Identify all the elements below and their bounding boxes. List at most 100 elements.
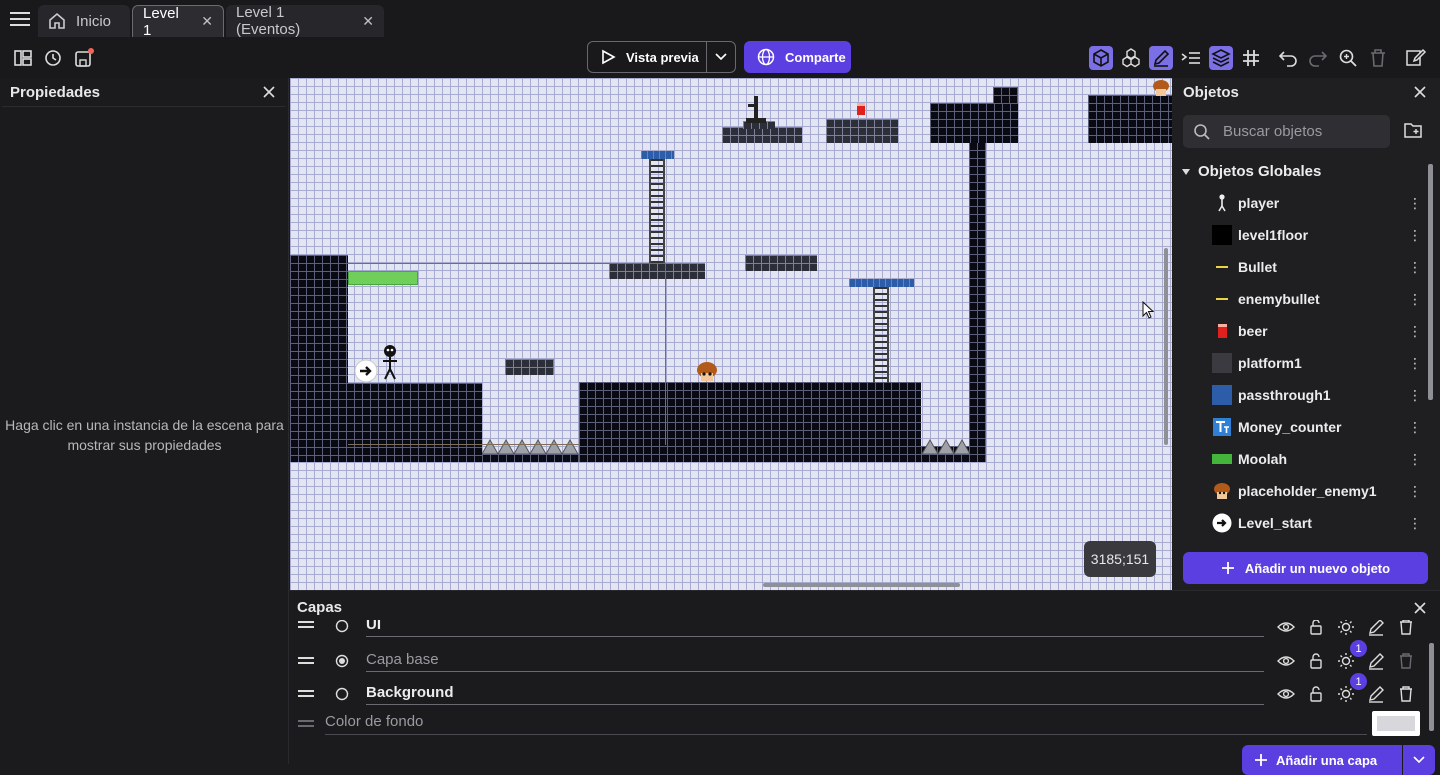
edit-icon[interactable] [1366,620,1386,637]
objects-panel-toggle-icon[interactable] [1089,46,1113,70]
floor-block[interactable] [969,142,986,462]
save-icon[interactable] [72,46,96,70]
global-objects-group[interactable]: Objetos Globales [1182,163,1321,180]
radio-selected-icon[interactable] [335,654,349,668]
drag-handle-icon[interactable] [298,621,314,629]
add-layer-options-dropdown[interactable] [1403,745,1435,775]
edit-icon[interactable] [1366,651,1386,671]
lock-open-icon[interactable] [1306,651,1326,671]
platform[interactable] [505,359,554,375]
beer-sprite[interactable] [856,102,866,116]
tab-home[interactable]: Inicio [38,5,130,37]
close-icon[interactable] [262,85,276,99]
floor-block[interactable] [482,454,579,462]
platform[interactable] [609,263,705,279]
preview-options-dropdown[interactable] [706,41,736,73]
delete-icon[interactable] [1396,651,1416,671]
background-color-row[interactable]: Color de fondo [289,708,1429,741]
add-object-button[interactable]: Añadir un nuevo objeto [1183,552,1428,584]
more-options-icon[interactable]: ⋮ [1408,387,1422,404]
moolah-bar[interactable] [348,271,418,285]
floor-block[interactable] [993,87,1018,103]
more-options-icon[interactable]: ⋮ [1408,355,1422,372]
more-options-icon[interactable]: ⋮ [1408,195,1422,212]
more-options-icon[interactable]: ⋮ [1408,451,1422,468]
object-item-level-start[interactable]: Level_start ⋮ [1172,507,1427,539]
object-item-enemybullet[interactable]: enemybullet ⋮ [1172,283,1427,315]
delete-icon[interactable] [1396,684,1416,704]
layout-panels-icon[interactable] [11,46,35,70]
close-tab-icon[interactable]: ✕ [201,13,213,30]
vertical-scrollbar[interactable] [1164,248,1168,445]
object-item-beer[interactable]: beer ⋮ [1172,315,1427,347]
object-item-moolah[interactable]: Moolah ⋮ [1172,443,1427,475]
object-groups-icon[interactable] [1119,46,1143,70]
zoom-icon[interactable] [1336,46,1360,70]
floor-block[interactable] [579,382,921,462]
object-item-bullet[interactable]: Bullet ⋮ [1172,251,1427,283]
add-layer-button[interactable]: Añadir una capa [1242,745,1402,775]
share-button[interactable]: Comparte [744,41,851,73]
preview-button[interactable]: Vista previa [587,41,707,73]
more-options-icon[interactable]: ⋮ [1408,419,1422,436]
turret-sprite[interactable] [744,96,768,124]
instances-list-icon[interactable] [1179,46,1203,70]
radio-icon[interactable] [335,620,349,633]
properties-panel-toggle-icon[interactable] [1149,46,1173,70]
background-color-swatch[interactable] [1372,711,1420,736]
more-options-icon[interactable]: ⋮ [1408,323,1422,340]
layer-name[interactable]: UI [366,620,381,633]
object-item-platform1[interactable]: platform1 ⋮ [1172,347,1427,379]
mushroom-enemy-sprite[interactable] [696,361,718,383]
layer-name[interactable]: Background [366,684,454,701]
tab-level-1[interactable]: Level 1 ✕ [132,5,224,39]
mushroom-enemy-sprite[interactable] [1152,79,1170,97]
passthrough-platform[interactable] [849,279,914,287]
undo-icon[interactable] [1276,46,1300,70]
layers-panel-toggle-icon[interactable] [1209,46,1233,70]
object-item-money-counter[interactable]: Money_counter ⋮ [1172,411,1427,443]
edit-scene-icon[interactable] [1404,46,1428,70]
redo-icon[interactable] [1306,46,1330,70]
edit-icon[interactable] [1366,684,1386,704]
delete-icon[interactable] [1366,46,1390,70]
object-item-level1floor[interactable]: level1floor ⋮ [1172,219,1427,251]
hamburger-menu-icon[interactable] [10,11,30,27]
player-sprite[interactable] [380,344,400,380]
folder-add-icon[interactable] [1403,121,1423,139]
more-options-icon[interactable]: ⋮ [1408,483,1422,500]
search-objects-input[interactable]: Buscar objetos [1183,115,1390,148]
drag-handle-icon[interactable] [298,690,314,698]
platform[interactable] [722,127,802,143]
history-icon[interactable] [41,46,65,70]
layer-row-background[interactable]: Background 1 [289,673,1429,710]
horizontal-scrollbar[interactable] [763,583,960,587]
arrow-circle-icon[interactable] [354,359,378,383]
close-icon[interactable] [1413,601,1427,615]
passthrough-platform[interactable] [641,151,674,159]
more-options-icon[interactable]: ⋮ [1408,227,1422,244]
radio-icon[interactable] [335,687,349,701]
lock-open-icon[interactable] [1306,684,1326,704]
object-item-passthrough1[interactable]: passthrough1 ⋮ [1172,379,1427,411]
more-options-icon[interactable]: ⋮ [1408,291,1422,308]
grid-icon[interactable] [1239,46,1263,70]
layer-row-base[interactable]: Capa base 1 [289,640,1429,677]
more-options-icon[interactable]: ⋮ [1408,515,1422,532]
floor-block[interactable] [930,103,946,119]
close-icon[interactable] [1413,85,1427,99]
delete-icon[interactable] [1396,620,1416,637]
objects-scrollbar[interactable] [1428,164,1433,400]
object-item-placeholder-enemy1[interactable]: placeholder_enemy1 ⋮ [1172,475,1427,507]
layers-scrollbar[interactable] [1429,643,1434,731]
eye-icon[interactable] [1276,651,1296,671]
floor-block[interactable] [290,383,482,462]
ladder[interactable] [873,287,889,383]
scene-canvas[interactable] [290,78,1172,590]
tab-level-1-events[interactable]: Level 1 (Eventos) ✕ [226,4,384,38]
more-options-icon[interactable]: ⋮ [1408,259,1422,276]
object-item-player[interactable]: player ⋮ [1172,187,1427,219]
platform[interactable] [826,119,898,143]
lighting-icon[interactable] [1336,620,1356,637]
platform[interactable] [745,255,817,271]
